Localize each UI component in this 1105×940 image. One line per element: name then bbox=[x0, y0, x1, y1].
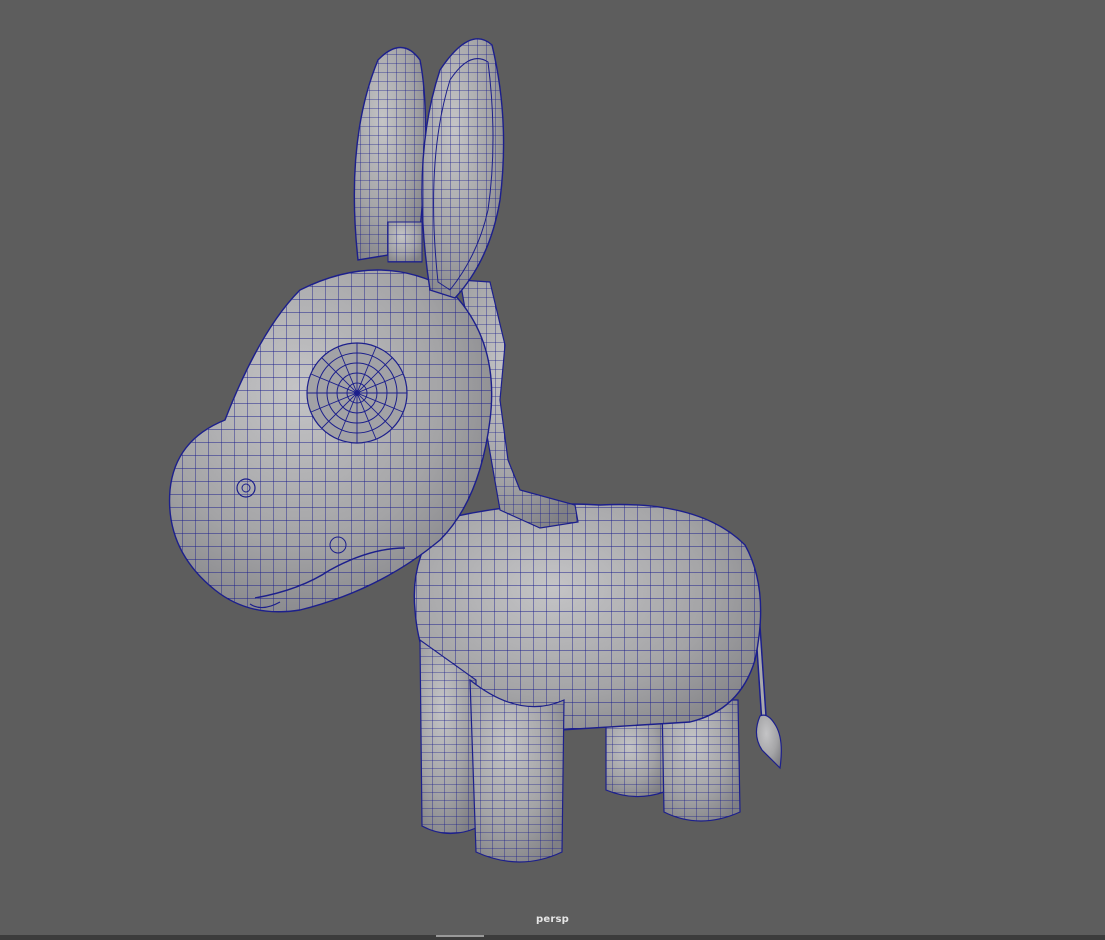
eye bbox=[306, 342, 408, 444]
front-leg-right bbox=[469, 678, 565, 863]
back-leg-left bbox=[605, 719, 665, 798]
viewport-bottom-bar bbox=[0, 935, 1105, 940]
camera-name-label: persp bbox=[536, 914, 569, 925]
donkey-model-mesh[interactable] bbox=[0, 0, 1105, 940]
scroll-indicator[interactable] bbox=[436, 935, 484, 937]
persp-viewport[interactable]: persp bbox=[0, 0, 1105, 940]
ear-right bbox=[421, 38, 505, 299]
ear-left bbox=[353, 46, 427, 263]
